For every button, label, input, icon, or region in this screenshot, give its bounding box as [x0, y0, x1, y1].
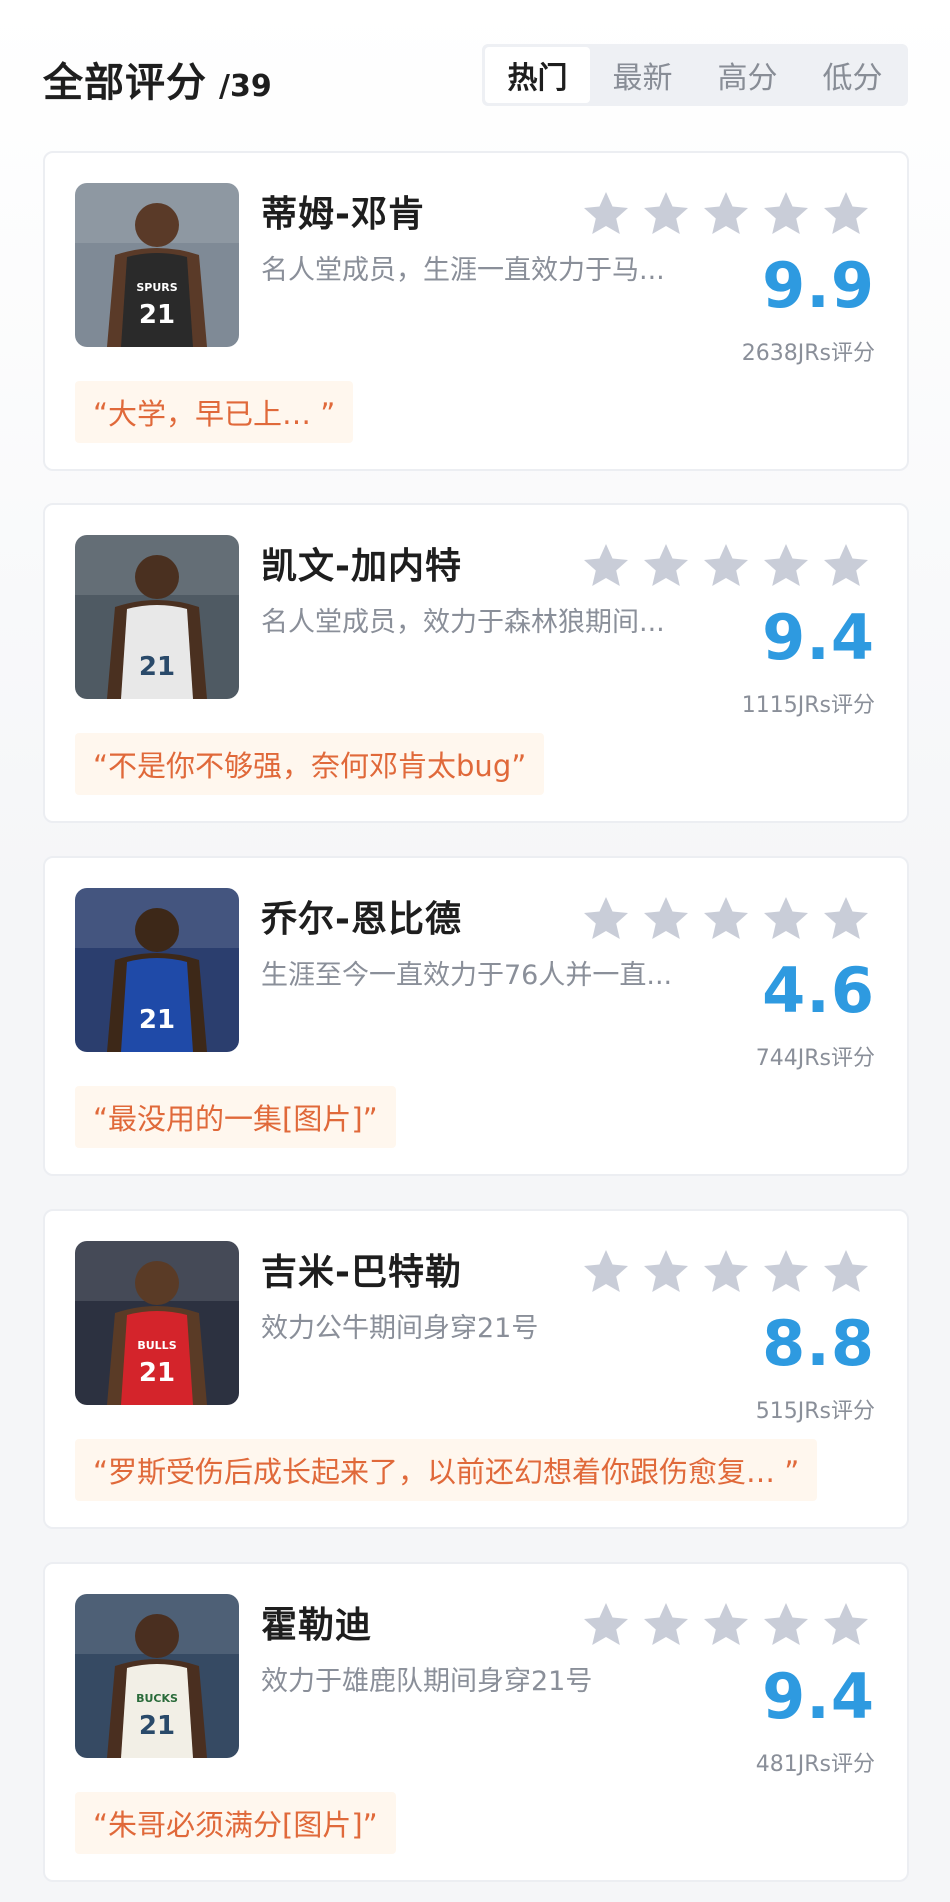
jersey-number-text: 21	[139, 1005, 175, 1035]
rating-star-icon[interactable]	[701, 894, 751, 944]
tab-low[interactable]: 低分	[800, 47, 905, 103]
tab-high[interactable]: 高分	[695, 47, 800, 103]
player-photo-icon: BULLS 21	[75, 1241, 239, 1405]
rating-star-icon[interactable]	[761, 894, 811, 944]
player-name[interactable]: 霍勒迪	[261, 1596, 372, 1648]
rating-star-icon[interactable]	[701, 1247, 751, 1297]
jersey-team-text: BUCKS	[136, 1692, 178, 1705]
rating-star-icon[interactable]	[641, 1247, 691, 1297]
player-score: 9.4	[762, 601, 875, 674]
rating-star-icon[interactable]	[761, 1247, 811, 1297]
player-photo-icon: SPURS 21	[75, 183, 239, 347]
rating-star-icon[interactable]	[821, 1600, 871, 1650]
sort-tabs: 热门 最新 高分 低分	[482, 44, 908, 106]
rating-count: 744JRs评分	[755, 1046, 875, 1071]
top-comment[interactable]: “大学，早已上… ”	[75, 381, 354, 443]
rating-star-icon[interactable]	[821, 189, 871, 239]
jersey-number-text: 21	[139, 1358, 175, 1388]
rating-star-icon[interactable]	[581, 541, 631, 591]
rating-star-icon[interactable]	[581, 894, 631, 944]
player-avatar: 21	[75, 888, 239, 1052]
player-name[interactable]: 蒂姆-邓肯	[261, 185, 425, 237]
rating-star-icon[interactable]	[821, 541, 871, 591]
player-name[interactable]: 凯文-加内特	[261, 537, 462, 589]
player-avatar: BUCKS 21	[75, 1594, 239, 1758]
player-avatar: BULLS 21	[75, 1241, 239, 1405]
player-score: 8.8	[762, 1307, 875, 1380]
rating-count: 515JRs评分	[755, 1399, 875, 1424]
player-avatar: 21	[75, 535, 239, 699]
rating-stars[interactable]	[581, 894, 871, 944]
rating-stars[interactable]	[581, 1600, 871, 1650]
rating-star-icon[interactable]	[641, 189, 691, 239]
title-text: 全部评分	[43, 60, 207, 106]
player-description: 名人堂成员，生涯一直效力于马...	[261, 255, 665, 286]
rating-star-icon[interactable]	[821, 894, 871, 944]
rating-star-icon[interactable]	[821, 1247, 871, 1297]
rating-stars[interactable]	[581, 541, 871, 591]
player-photo-icon: 21	[75, 888, 239, 1052]
rating-star-icon[interactable]	[581, 189, 631, 239]
player-card[interactable]: SPURS 21 蒂姆-邓肯 名人堂成员，生涯一直效力于马... 9.9 263…	[43, 151, 909, 471]
rating-star-icon[interactable]	[701, 1600, 751, 1650]
player-photo-icon: BUCKS 21	[75, 1594, 239, 1758]
jersey-number-text: 21	[139, 652, 175, 682]
top-comment[interactable]: “朱哥必须满分[图片]”	[75, 1792, 396, 1854]
jersey-team-text: BULLS	[137, 1339, 176, 1352]
player-card[interactable]: BUCKS 21 霍勒迪 效力于雄鹿队期间身穿21号 9.4 481JRs评分 …	[43, 1562, 909, 1882]
tab-latest[interactable]: 最新	[590, 47, 695, 103]
tab-hot[interactable]: 热门	[485, 47, 590, 103]
rating-star-icon[interactable]	[761, 541, 811, 591]
rating-star-icon[interactable]	[761, 189, 811, 239]
top-comment[interactable]: “最没用的一集[图片]”	[75, 1086, 396, 1148]
player-card[interactable]: BULLS 21 吉米-巴特勒 效力公牛期间身穿21号 8.8 515JRs评分…	[43, 1209, 909, 1529]
ratings-page: 全部评分 /39 热门 最新 高分 低分 SPURS 21 蒂姆-邓肯 名人堂成…	[0, 0, 950, 1902]
player-card[interactable]: 21 乔尔-恩比德 生涯至今一直效力于76人并一直... 4.6 744JRs评…	[43, 856, 909, 1176]
player-score: 9.9	[762, 249, 875, 322]
rating-star-icon[interactable]	[641, 894, 691, 944]
rating-star-icon[interactable]	[581, 1600, 631, 1650]
jersey-number-text: 21	[139, 300, 175, 330]
player-photo-icon: 21	[75, 535, 239, 699]
rating-stars[interactable]	[581, 1247, 871, 1297]
rating-star-icon[interactable]	[641, 1600, 691, 1650]
rating-count: 1115JRs评分	[741, 693, 875, 718]
player-avatar: SPURS 21	[75, 183, 239, 347]
total-count: /39	[219, 69, 272, 104]
jersey-number-text: 21	[139, 1711, 175, 1741]
rating-star-icon[interactable]	[641, 541, 691, 591]
rating-star-icon[interactable]	[581, 1247, 631, 1297]
top-comment[interactable]: “罗斯受伤后成长起来了，以前还幻想着你跟伤愈复… ”	[75, 1439, 818, 1501]
rating-star-icon[interactable]	[701, 189, 751, 239]
top-comment[interactable]: “不是你不够强，奈何邓肯太bug”	[75, 733, 545, 795]
player-description: 效力公牛期间身穿21号	[261, 1313, 539, 1344]
player-score: 9.4	[762, 1660, 875, 1733]
rating-stars[interactable]	[581, 189, 871, 239]
player-card[interactable]: 21 凯文-加内特 名人堂成员，效力于森林狼期间... 9.4 1115JRs评…	[43, 503, 909, 823]
rating-star-icon[interactable]	[761, 1600, 811, 1650]
rating-star-icon[interactable]	[701, 541, 751, 591]
rating-count: 2638JRs评分	[741, 341, 875, 366]
player-score: 4.6	[762, 954, 875, 1027]
player-name[interactable]: 吉米-巴特勒	[261, 1243, 462, 1295]
player-description: 生涯至今一直效力于76人并一直...	[261, 960, 673, 991]
player-description: 效力于雄鹿队期间身穿21号	[261, 1666, 593, 1697]
player-description: 名人堂成员，效力于森林狼期间...	[261, 607, 665, 638]
jersey-team-text: SPURS	[136, 281, 177, 294]
ratings-header: 全部评分 /39 热门 最新 高分 低分	[0, 0, 950, 140]
page-title: 全部评分 /39	[43, 50, 272, 108]
rating-count: 481JRs评分	[755, 1752, 875, 1777]
player-name[interactable]: 乔尔-恩比德	[261, 890, 462, 942]
